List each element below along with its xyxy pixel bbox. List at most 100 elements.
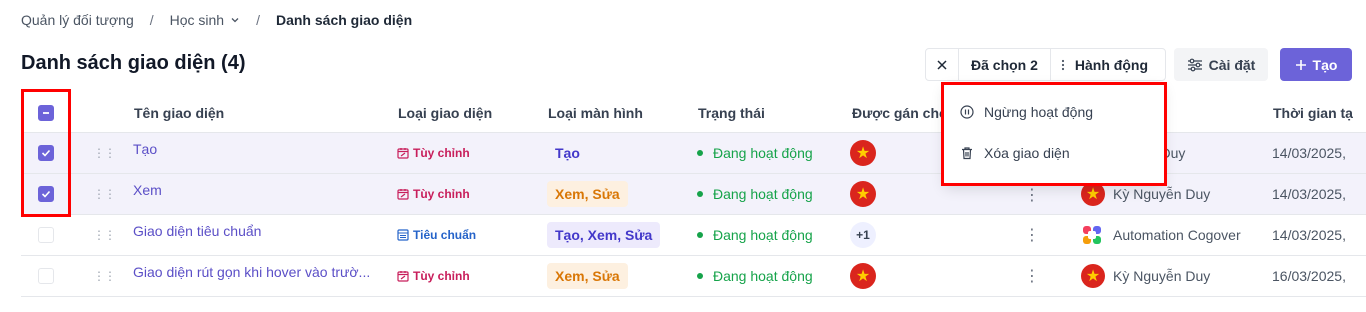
drag-handle-icon[interactable]: ⋮⋮ (93, 174, 116, 214)
breadcrumb-separator: / (149, 12, 154, 28)
breadcrumb: Quản lý đối tượng / Học sinh / Danh sách… (21, 12, 412, 28)
column-header[interactable]: Tên giao diện (134, 93, 224, 132)
row-more-icon[interactable]: ⋮ (1024, 225, 1040, 245)
cogover-logo-icon (1083, 226, 1101, 244)
created-date: 14/03/2025, (1272, 145, 1346, 161)
type-tag: Tùy chỉnh (397, 146, 470, 160)
screen-badge: Tạo, Xem, Sửa (547, 222, 661, 248)
sliders-icon (1187, 58, 1202, 71)
custom-calendar-icon (397, 148, 409, 159)
create-label: Tạo (1312, 56, 1338, 73)
created-date: 14/03/2025, (1272, 186, 1346, 202)
status-label: Đang hoạt động (713, 145, 813, 161)
vietnam-flag-icon: ★ (850, 263, 876, 289)
vietnam-flag-icon: ★ (1081, 264, 1105, 288)
status-badge: Đang hoạt động (697, 186, 813, 202)
selected-count: Đã chọn 2 (959, 49, 1051, 80)
breadcrumb-middle-label: Học sinh (169, 12, 225, 28)
vietnam-flag-icon: ★ (1081, 182, 1105, 206)
select-all-cell (38, 93, 54, 132)
pause-circle-icon (960, 105, 974, 119)
type-label: Tiêu chuẩn (413, 228, 477, 242)
row-checkbox[interactable] (38, 227, 54, 243)
interface-name-link[interactable]: Tạo (133, 141, 157, 157)
status-badge: Đang hoạt động (697, 227, 813, 243)
column-header[interactable]: Loại giao diện (398, 93, 492, 132)
row-checkbox[interactable] (38, 145, 54, 161)
type-label: Tùy chỉnh (413, 269, 470, 283)
check-icon (41, 190, 51, 198)
settings-button[interactable]: Cài đặt (1174, 48, 1268, 81)
column-header[interactable]: Trạng thái (698, 93, 765, 132)
menu-item-label: Ngừng hoạt động (984, 104, 1094, 120)
status-badge: Đang hoạt động (697, 268, 813, 284)
creator: Kỳ Nguyễn Duy (1113, 268, 1211, 284)
status-badge: Đang hoạt động (697, 145, 813, 161)
status-label: Đang hoạt động (713, 268, 813, 284)
column-header[interactable]: Thời gian tạ (1273, 93, 1353, 132)
drag-handle-icon[interactable]: ⋮⋮ (93, 215, 116, 255)
create-button[interactable]: Tạo (1280, 48, 1352, 81)
vietnam-flag-icon: ★ (850, 181, 876, 207)
breadcrumb-root[interactable]: Quản lý đối tượng (21, 12, 134, 28)
chevron-down-icon (231, 18, 239, 23)
settings-label: Cài đặt (1208, 56, 1256, 73)
menu-item-delete[interactable]: Xóa giao diện (960, 145, 1070, 161)
table-row[interactable]: ⋮⋮ Giao diện rút gọn khi hover vào trườ.… (21, 256, 1366, 297)
screen-badge: Xem, Sửa (547, 181, 628, 207)
breadcrumb-current: Danh sách giao diện (275, 12, 413, 28)
row-more-icon[interactable]: ⋮ (1024, 185, 1040, 205)
breadcrumb-separator: / (256, 12, 260, 28)
interface-name-link[interactable]: Giao diện tiêu chuẩn (133, 223, 261, 239)
status-label: Đang hoạt động (713, 227, 813, 243)
minus-icon (43, 111, 49, 114)
type-tag: Tiêu chuẩn (397, 228, 476, 242)
check-icon (41, 149, 51, 157)
page-title: Danh sách giao diện (4) (21, 52, 246, 74)
creator: Kỳ Nguyễn Duy (1113, 186, 1211, 202)
breadcrumb-middle[interactable]: Học sinh (170, 12, 240, 28)
standard-layout-icon (397, 229, 409, 241)
type-label: Tùy chỉnh (413, 146, 470, 160)
interface-name-link[interactable]: Xem (133, 182, 162, 198)
clear-selection-button[interactable] (926, 49, 959, 80)
close-icon (937, 59, 947, 70)
select-all-checkbox[interactable] (38, 104, 54, 121)
menu-item-label: Xóa giao diện (984, 145, 1070, 161)
menu-item-deactivate[interactable]: Ngừng hoạt động (960, 104, 1093, 120)
status-label: Đang hoạt động (713, 186, 813, 202)
row-checkbox[interactable] (38, 268, 54, 284)
action-button[interactable]: Hành động (1051, 49, 1158, 80)
status-dot (697, 150, 703, 156)
row-checkbox[interactable] (38, 186, 54, 202)
table-header: Tên giao diện Loại giao diện Loại màn hì… (21, 93, 1366, 133)
action-label: Hành động (1074, 56, 1149, 73)
assigned-more-badge[interactable]: +1 (850, 222, 876, 248)
column-header[interactable]: Loại màn hình (548, 93, 643, 132)
selection-toolbar: Đã chọn 2 Hành động (925, 48, 1166, 81)
type-tag: Tùy chỉnh (397, 187, 470, 201)
creator: Automation Cogover (1113, 227, 1241, 243)
type-tag: Tùy chỉnh (397, 269, 470, 283)
status-dot (697, 273, 703, 279)
row-more-icon[interactable]: ⋮ (1024, 266, 1040, 286)
column-header[interactable]: Được gán cho (852, 93, 948, 132)
action-menu: Ngừng hoạt động Xóa giao diện (944, 84, 1164, 185)
trash-icon (962, 147, 972, 160)
table-row[interactable]: ⋮⋮ Xem Tùy chỉnh Xem, Sửa Đang hoạt động… (21, 174, 1366, 215)
type-label: Tùy chỉnh (413, 187, 470, 201)
status-dot (697, 232, 703, 238)
created-date: 16/03/2025, (1272, 268, 1346, 284)
drag-handle-icon[interactable]: ⋮⋮ (93, 133, 116, 173)
screen-badge: Xem, Sửa (547, 263, 628, 289)
custom-calendar-icon (397, 271, 409, 282)
table-row[interactable]: ⋮⋮ Giao diện tiêu chuẩn Tiêu chuẩn Tạo, … (21, 215, 1366, 256)
more-vertical-icon (1061, 59, 1065, 70)
created-date: 14/03/2025, (1272, 227, 1346, 243)
screen-badge: Tạo (555, 145, 580, 161)
custom-calendar-icon (397, 189, 409, 200)
interface-name-link[interactable]: Giao diện rút gọn khi hover vào trườ... (133, 264, 370, 280)
table-row[interactable]: ⋮⋮ Tạo Tùy chỉnh Tạo Đang hoạt động ★ ễn… (21, 133, 1366, 174)
drag-handle-icon[interactable]: ⋮⋮ (93, 256, 116, 296)
status-dot (697, 191, 703, 197)
